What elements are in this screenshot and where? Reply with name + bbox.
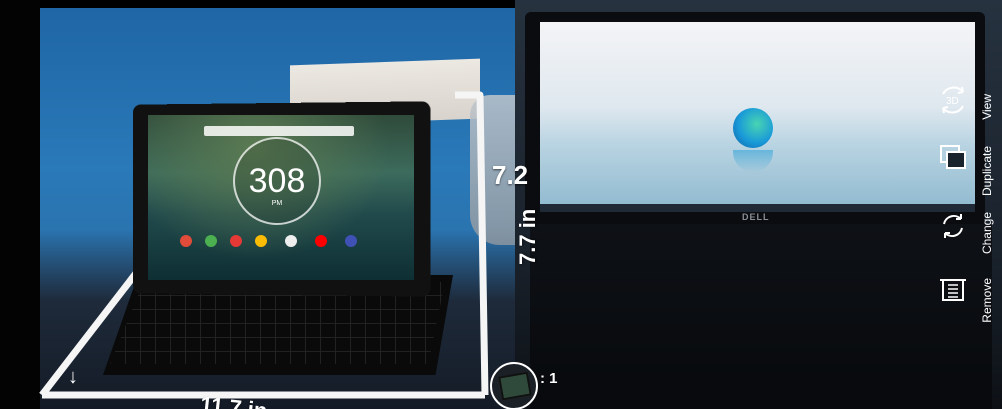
app-icon [230,235,242,247]
laptop-brand-logo: DELL [742,212,770,222]
tablet-clock-unit: PM [271,200,283,207]
app-icon [205,235,217,247]
tablet-app-row [175,235,395,249]
remove-icon [935,270,971,306]
change-label: Change [980,212,994,255]
remove-button[interactable]: Remove [930,270,1002,348]
scale-badge[interactable] [490,362,538,409]
tablet-thumbnail-icon [498,371,532,401]
duplicate-label: Duplicate [980,146,994,197]
app-icon [285,235,297,247]
ar-camera-view: DELL 308 PM 7.2 7.7 in 11.7 in ↓ : 1 3D … [0,0,1002,409]
left-letterbox [0,0,40,409]
height-measurement: 7.7 in [515,208,540,265]
app-icon [255,235,267,247]
duplicate-button[interactable]: Duplicate [930,138,1002,216]
depth-measurement: 7.2 [492,160,529,190]
ar-toolbar: 3D View Duplicate Change Remove [930,0,1002,409]
duplicate-icon [935,138,971,174]
tablet-clock-value: 308 [248,162,306,200]
view-label: View [980,94,994,120]
change-icon [935,208,971,244]
tablet-search-bar [204,126,354,136]
laptop-keyboard-deck [530,224,992,409]
down-arrow-icon[interactable]: ↓ [68,366,78,389]
app-icon [345,235,357,247]
3d-rotate-icon: 3D [935,82,971,118]
scale-ratio: : 1 [540,370,558,387]
laptop-taskbar [540,204,975,212]
app-icon [315,235,327,247]
app-icon [180,235,192,247]
browser-logo-icon [733,108,773,148]
svg-text:3D: 3D [946,96,959,107]
remove-label: Remove [980,278,994,323]
